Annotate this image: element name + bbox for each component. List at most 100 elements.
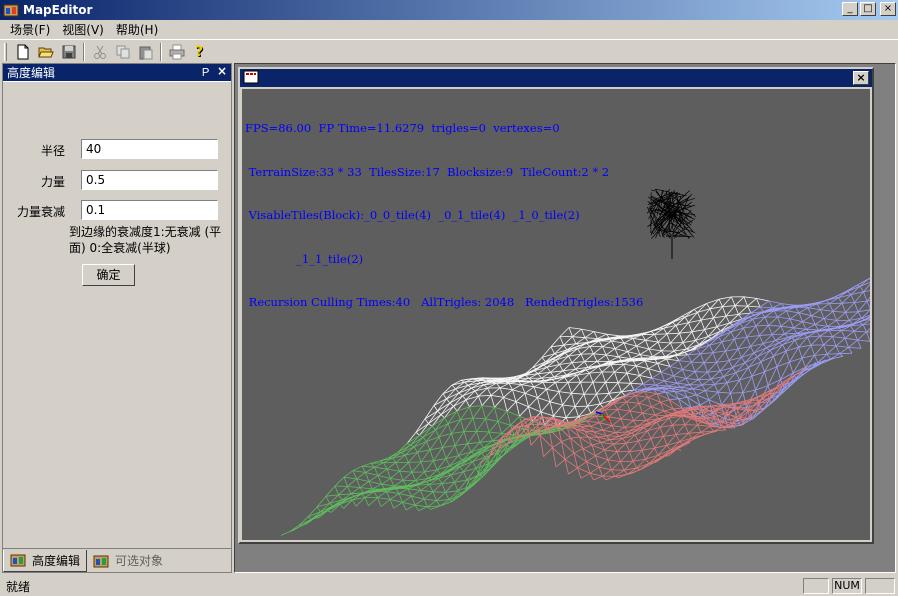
mesh-edge [528,406,542,413]
tab-height-edit[interactable]: 高度编辑 [3,549,88,572]
tree-edge [647,200,654,206]
mesh-edge [748,317,753,320]
mesh-edge [399,462,409,472]
mesh-edge [352,470,357,480]
mesh-edge [691,361,705,364]
mesh-edge [773,310,778,318]
print-button[interactable] [165,41,188,63]
cut-icon [93,45,106,59]
mesh-edge [555,359,560,365]
mesh-edge [584,361,589,368]
mesh-edge [431,426,436,431]
mesh-edge [521,384,535,388]
menu-scene[interactable]: 场景(F) [4,21,56,38]
paste-icon [139,46,152,59]
mesh-edge [848,320,853,325]
mesh-edge [386,462,397,470]
mesh-edge [420,484,430,491]
mesh-edge [444,410,458,419]
mesh-edge [437,410,442,415]
new-file-button[interactable] [11,41,34,63]
panel-close-icon[interactable]: × [217,64,227,78]
mesh-edge [776,350,787,367]
strength-input[interactable]: 0.5 [81,170,218,190]
mesh-edge [838,297,843,304]
mesh-edge [768,325,782,327]
mesh-edge [583,394,588,407]
tab-selectable-objects[interactable]: 可选对象 [87,550,169,572]
mesh-edge [610,364,615,373]
mesh-edge [676,378,687,384]
mesh-edge [755,325,769,327]
mesh-edge [681,415,686,425]
mesh-edge [611,340,625,344]
mesh-edge [361,465,375,468]
mesh-edge [684,309,695,318]
mesh-edge [586,420,600,424]
view-close-button[interactable]: × [853,71,869,85]
mesh-edge [650,331,655,335]
mesh-edge [542,382,547,390]
mesh-edge [553,415,567,419]
mesh-edge [693,303,707,310]
mesh-edge [598,340,603,347]
tab-icon [93,555,109,567]
radius-input[interactable]: 40 [81,139,218,159]
mesh-edge [708,391,719,401]
mesh-edge [717,391,731,394]
mesh-edge [835,345,840,354]
mesh-edge [558,382,569,392]
mesh-edge [682,361,692,370]
mesh-edge [748,312,762,318]
copy-button[interactable] [111,41,134,63]
mesh-edge [626,401,631,412]
mesh-edge [605,382,610,394]
mesh-edge [636,467,641,471]
mesh-edge [789,318,794,328]
mesh-edge [393,480,404,487]
axis-line [601,413,604,421]
mesh-edge [700,319,705,330]
ok-button[interactable]: 确定 [82,264,135,286]
mesh-edge [642,383,656,386]
mesh-edge [832,336,837,347]
mesh-edge [737,348,742,358]
mesh-edge [571,393,576,407]
mesh-edge [356,472,366,480]
mesh-edge [780,318,791,327]
mesh-edge [784,327,794,335]
minimize-button[interactable]: _ [842,2,858,16]
mesh-edge [841,330,855,332]
mesh-edge [622,438,627,444]
mesh-edge [458,387,472,394]
mesh-edge [759,325,769,336]
mesh-edge [451,384,456,390]
pin-icon[interactable]: Ｐ [200,64,211,80]
mesh-edge [442,445,456,448]
close-button[interactable]: × [880,2,896,16]
falloff-input[interactable]: 0.1 [81,200,218,220]
mesh-edge [589,372,594,383]
toolbar-grip[interactable] [4,42,7,61]
mesh-edge [611,425,616,433]
terrain-viewport[interactable]: FPS=86.00 FP Time=11.6279 trigles=0 vert… [242,89,870,540]
mesh-edge [709,308,714,319]
save-button[interactable] [57,41,80,63]
mesh-edge [506,411,511,426]
menu-view[interactable]: 视图(V) [56,21,110,38]
mesh-edge [832,336,846,339]
mesh-edge [368,481,382,485]
mesh-edge [789,318,803,323]
mesh-edge [620,451,630,462]
maximize-button[interactable]: □ [860,2,876,16]
mesh-edge [696,348,701,355]
paste-button[interactable] [134,41,157,63]
mesh-edge [436,469,441,475]
menu-help[interactable]: 帮助(H) [110,21,164,38]
view-titlebar: × [240,69,872,87]
cut-button[interactable] [88,41,111,63]
open-button[interactable] [34,41,57,63]
help-button[interactable]: ?? [188,41,211,63]
mesh-edge [706,303,711,310]
mesh-edge [672,407,683,410]
